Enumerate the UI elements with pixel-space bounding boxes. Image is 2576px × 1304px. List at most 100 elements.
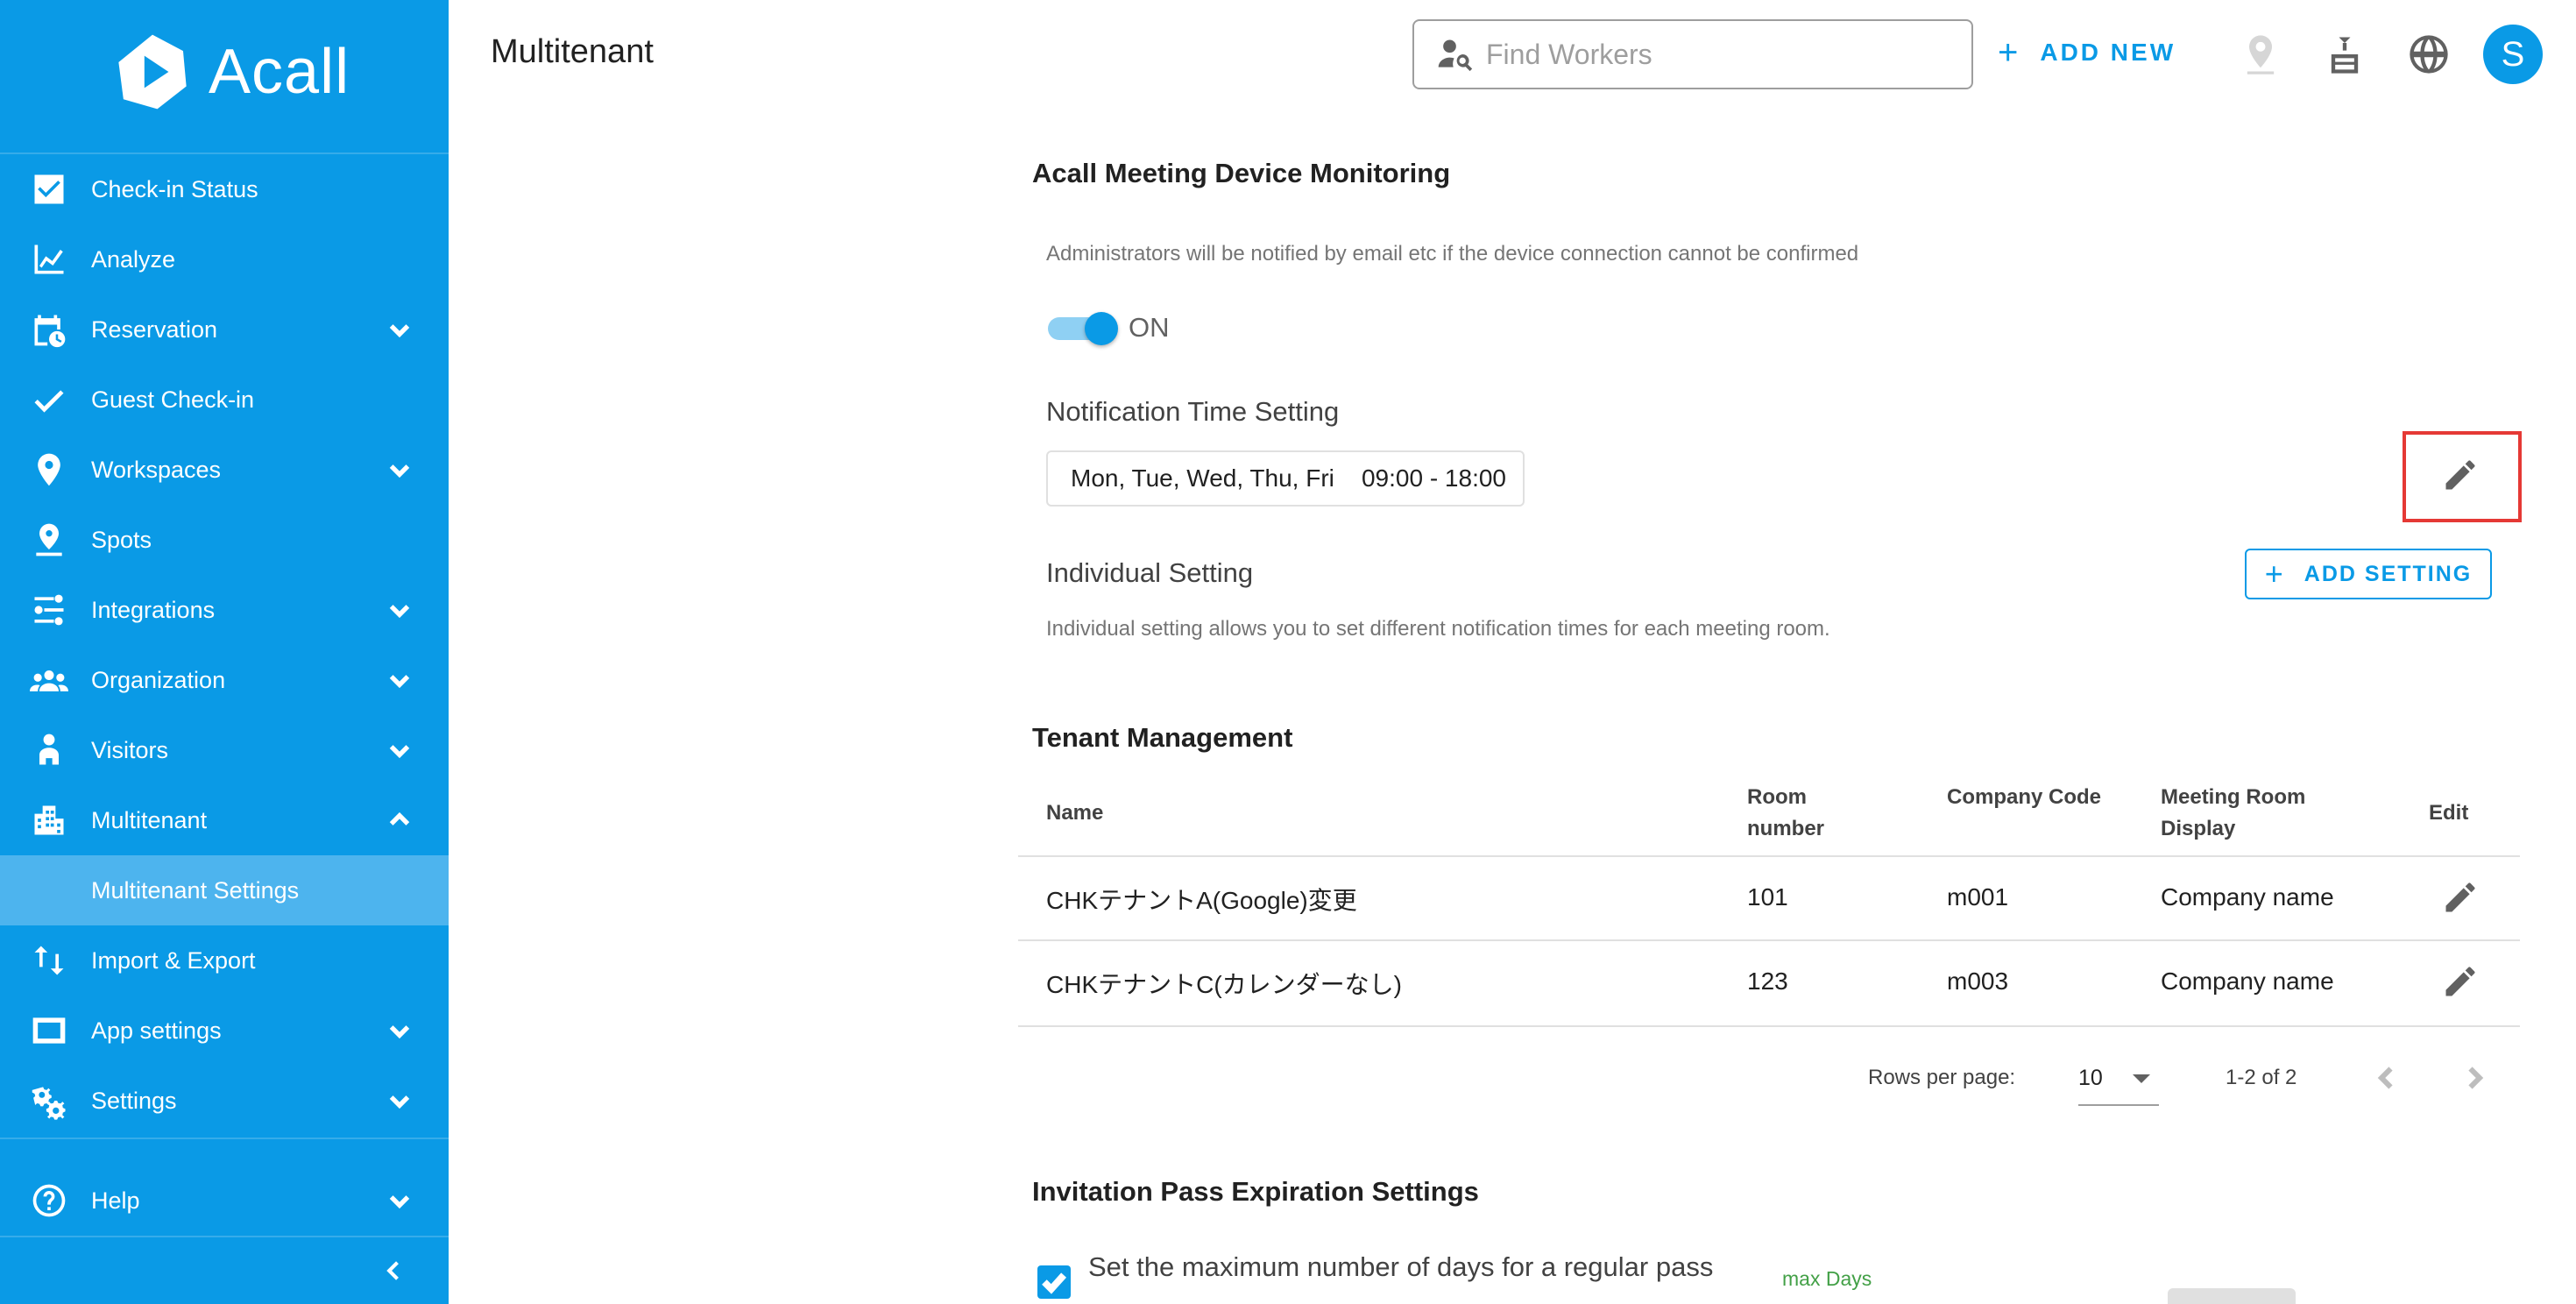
table-divider — [1018, 855, 2520, 857]
sidebar-item-label: Spots — [91, 526, 152, 553]
individual-setting-title: Individual Setting — [1046, 557, 1254, 588]
building-icon — [28, 799, 70, 841]
sidebar-item-label: Integrations — [91, 596, 216, 623]
chevron-down-icon — [386, 1087, 414, 1115]
sidebar-item-guest-check-in[interactable]: Guest Check-in — [0, 365, 449, 435]
switch-account-icon[interactable] — [2322, 32, 2367, 77]
monitoring-toggle[interactable] — [1048, 312, 1118, 345]
gears-icon — [28, 1080, 70, 1122]
chevron-left-icon — [386, 1261, 399, 1280]
sidebar-collapse-button[interactable] — [0, 1236, 449, 1304]
individual-setting-description: Individual setting allows you to set dif… — [1046, 617, 1830, 641]
partial-button[interactable] — [2168, 1288, 2296, 1304]
chevron-down-icon — [386, 315, 414, 344]
header-line: Room — [1747, 785, 1807, 809]
sidebar-item-label: Guest Check-in — [91, 386, 255, 413]
acall-logo[interactable]: Acall — [112, 32, 350, 112]
rows-per-page-label: Rows per page: — [1868, 1066, 2016, 1089]
sidebar-item-reservation[interactable]: Reservation — [0, 294, 449, 365]
sidebar-item-settings[interactable]: Settings — [0, 1066, 449, 1136]
notification-time-title: Notification Time Setting — [1046, 396, 1340, 427]
integrations-icon — [28, 589, 70, 631]
sidebar-item-import-export[interactable]: Import & Export — [0, 925, 449, 996]
previous-page-button[interactable] — [2371, 1062, 2403, 1094]
notification-time-value: Mon, Tue, Wed, Thu, Fri 09:00 - 18:00 — [1046, 450, 1525, 507]
pencil-icon — [2445, 967, 2475, 996]
app-window-icon — [28, 1010, 70, 1052]
sidebar-divider — [0, 1137, 449, 1139]
cell-display: Company name — [2161, 967, 2334, 995]
rows-per-page-value: 10 — [2078, 1066, 2103, 1090]
location-pin-icon — [28, 449, 70, 491]
edit-row-button[interactable] — [2441, 962, 2480, 1001]
caret-down-icon — [2133, 1074, 2150, 1083]
sidebar-item-analyze[interactable]: Analyze — [0, 224, 449, 294]
sidebar-item-workspaces[interactable]: Workspaces — [0, 435, 449, 505]
cell-room: 123 — [1747, 967, 1788, 995]
spot-pin-icon — [28, 519, 70, 561]
chevron-down-icon — [386, 666, 414, 694]
add-new-button[interactable]: + ADD NEW — [1998, 35, 2176, 70]
column-header-display: Meeting Room Display — [2161, 782, 2305, 845]
location-icon[interactable] — [2238, 32, 2283, 77]
sidebar-item-label: App settings — [91, 1017, 222, 1044]
rows-per-page-select[interactable]: 10 — [2078, 1057, 2159, 1106]
header-line: Display — [2161, 817, 2236, 840]
sidebar-item-organization[interactable]: Organization — [0, 645, 449, 715]
column-header-room: Room number — [1747, 782, 1824, 845]
sidebar-item-label: Check-in Status — [91, 175, 258, 202]
toggle-knob — [1085, 312, 1118, 345]
cell-code: m001 — [1947, 883, 2009, 911]
monitoring-description: Administrators will be notified by email… — [1046, 242, 1859, 266]
search-box[interactable] — [1412, 19, 1973, 89]
sidebar-item-label: Visitors — [91, 736, 169, 763]
add-setting-button[interactable]: + ADD SETTING — [2245, 549, 2492, 599]
sidebar-item-help[interactable]: Help — [0, 1166, 449, 1236]
chevron-left-icon — [2377, 1067, 2393, 1089]
chevron-up-icon — [386, 806, 414, 834]
sidebar-item-visitors[interactable]: Visitors — [0, 715, 449, 785]
sidebar-item-spots[interactable]: Spots — [0, 505, 449, 575]
table-divider — [1018, 1025, 2520, 1027]
cell-name: CHKテナントA(Google)変更 — [1046, 887, 1357, 914]
search-input[interactable] — [1486, 38, 1959, 71]
pagination-range: 1-2 of 2 — [2226, 1066, 2297, 1089]
column-header-edit: Edit — [2429, 801, 2469, 825]
sidebar-item-label: Import & Export — [91, 946, 256, 974]
sidebar-nav: Check-in Status Analyze Reservation Gues… — [0, 154, 449, 1136]
sidebar-item-check-in-status[interactable]: Check-in Status — [0, 154, 449, 224]
visitor-icon — [28, 729, 70, 771]
chevron-down-icon — [386, 1017, 414, 1045]
app-root: Acall Check-in Status Analyze Reservatio… — [0, 0, 2576, 1304]
sidebar-item-label: Settings — [91, 1087, 177, 1114]
sidebar-item-label: Multitenant — [91, 806, 208, 833]
max-days-checkbox[interactable] — [1037, 1265, 1071, 1299]
cell-room: 101 — [1747, 883, 1788, 911]
next-page-button[interactable] — [2459, 1062, 2490, 1094]
sidebar-item-label: Help — [91, 1187, 140, 1214]
user-avatar[interactable]: S — [2483, 25, 2543, 84]
globe-icon[interactable] — [2406, 32, 2452, 77]
sidebar-item-label: Organization — [91, 666, 226, 693]
pencil-icon — [2445, 460, 2475, 490]
sidebar-item-app-settings[interactable]: App settings — [0, 996, 449, 1066]
sidebar-subitem-multitenant-settings[interactable]: Multitenant Settings — [0, 855, 449, 925]
plus-icon: + — [1998, 33, 2021, 72]
sidebar-item-integrations[interactable]: Integrations — [0, 575, 449, 645]
sidebar-item-multitenant[interactable]: Multitenant — [0, 785, 449, 855]
edit-row-button[interactable] — [2441, 878, 2480, 917]
header-line: number — [1747, 817, 1825, 840]
chevron-down-icon — [386, 1187, 414, 1215]
people-icon — [28, 659, 70, 701]
pencil-icon — [2445, 882, 2475, 912]
sidebar-item-label: Analyze — [91, 245, 176, 273]
checkbox-icon — [28, 168, 70, 210]
table-divider — [1018, 939, 2520, 941]
import-export-icon — [28, 939, 70, 982]
plus-icon: + — [2264, 556, 2285, 592]
chevron-down-icon — [386, 596, 414, 624]
edit-notification-button[interactable] — [2441, 456, 2480, 494]
column-header-company-code: Company Code — [1947, 785, 2102, 809]
max-days-label: max Days — [1782, 1267, 1872, 1290]
check-icon — [28, 379, 70, 421]
